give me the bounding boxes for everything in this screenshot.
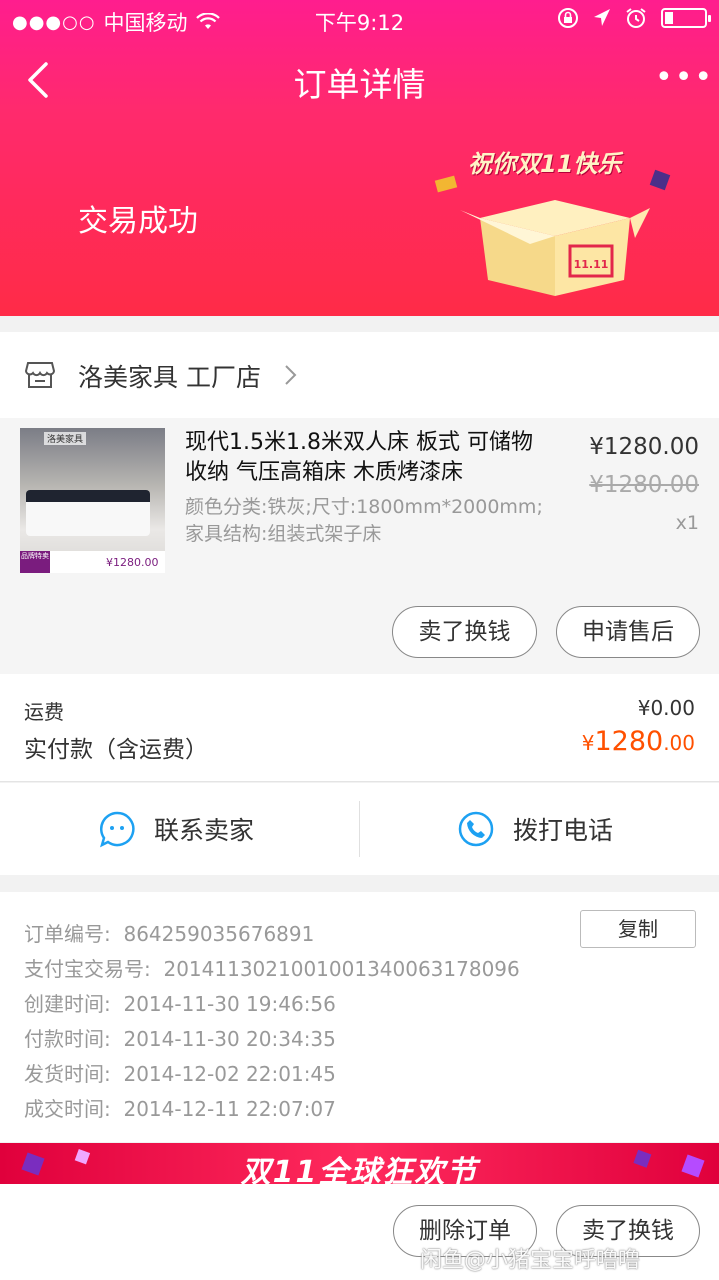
more-dots-icon[interactable]: ••• (655, 56, 712, 100)
order-header: ●●●○○ 中国移动 下午9:12 订单详情 ••• 交易成功 祝你双11快乐 … (0, 0, 719, 316)
divider (359, 801, 360, 857)
paid-amount: ¥1280.00 (582, 726, 695, 757)
payment-summary: 运费 ¥0.00 实付款（含运费） ¥1280.00 (0, 674, 719, 782)
info-value: 2014-11-30 19:46:56 (123, 992, 336, 1016)
contact-bar: 联系卖家 拨打电话 (0, 783, 719, 875)
product-thumbnail[interactable]: 洛美家具 品牌特卖 ¥1280.00 (20, 428, 165, 573)
thumb-badge: 品牌特卖 (20, 551, 50, 573)
product-quantity: x1 (675, 512, 699, 534)
order-number-row: 订单编号: 864259035676891 (24, 918, 314, 947)
paid-currency: ¥ (581, 731, 595, 755)
product-title: 现代1.5米1.8米双人床 板式 可储物 收纳 气压高箱床 木质烤漆床 (185, 430, 533, 485)
shipping-value: ¥0.00 (637, 696, 695, 720)
location-icon (594, 9, 610, 26)
info-label: 付款时间: (24, 1027, 111, 1051)
shipping-label: 运费 (24, 700, 64, 724)
cube-icon (649, 169, 671, 191)
order-info: 复制 订单编号: 864259035676891 支付宝交易号: 2014113… (0, 892, 719, 1142)
gift-box-icon: 11.11 (460, 200, 650, 296)
shop-row[interactable]: 洛美家具 工厂店 (0, 332, 719, 418)
info-label: 成交时间: (24, 1097, 111, 1121)
created-time-row: 创建时间: 2014-11-30 19:46:56 (24, 988, 336, 1017)
sell-for-cash-button[interactable]: 卖了换钱 (392, 606, 537, 658)
info-value: 864259035676891 (123, 922, 315, 946)
paid-integer: 1280 (594, 726, 664, 757)
status-bar: ●●●○○ 中国移动 下午9:12 (0, 0, 719, 40)
copy-button[interactable]: 复制 (580, 910, 696, 948)
info-label: 支付宝交易号: (24, 957, 151, 981)
contact-seller-button[interactable]: 联系卖家 (98, 807, 254, 851)
info-value: 2014-12-02 22:01:45 (123, 1062, 336, 1086)
paid-time-row: 付款时间: 2014-11-30 20:34:35 (24, 1023, 336, 1052)
product-original-price: ¥1280.00 (589, 472, 699, 498)
info-value: 2014113021001001340063178096 (163, 957, 520, 981)
promo-box-label: 11.11 (574, 258, 609, 271)
store-icon (24, 362, 56, 388)
alarm-icon (626, 8, 646, 28)
info-label: 订单编号: (24, 922, 111, 946)
promo-banner[interactable]: 双11全球狂欢节 (0, 1143, 719, 1184)
completed-time-row: 成交时间: 2014-12-11 22:07:07 (24, 1093, 336, 1122)
info-label: 创建时间: (24, 992, 111, 1016)
product-item[interactable]: 洛美家具 品牌特卖 ¥1280.00 现代1.5米1.8米双人床 板式 可储物 … (0, 418, 719, 674)
paid-decimal: .00 (663, 731, 695, 755)
shipped-time-row: 发货时间: 2014-12-02 22:01:45 (24, 1058, 336, 1087)
thumb-brand: 洛美家具 (44, 432, 87, 445)
nav-bar: 订单详情 ••• (0, 50, 719, 112)
info-label: 发货时间: (24, 1062, 111, 1086)
shop-name: 洛美家具 工厂店 (78, 363, 261, 392)
alipay-trade-row: 支付宝交易号: 2014113021001001340063178096 (24, 953, 520, 982)
book-icon (434, 175, 458, 193)
product-spec: 颜色分类:铁灰;尺寸:1800mm*2000mm;家具结构:组装式架子床 (185, 496, 543, 545)
battery-icon (661, 8, 711, 28)
page-title: 订单详情 (293, 65, 426, 104)
call-phone-label: 拨打电话 (513, 816, 614, 845)
bottom-action-bar: 删除订单 卖了换钱 闲鱼@小猪宝宝呼噜噜 (0, 1184, 719, 1280)
phone-icon (458, 811, 494, 847)
call-phone-button[interactable]: 拨打电话 (457, 807, 613, 851)
rotation-lock-icon (558, 8, 578, 28)
promo-graphic: 祝你双11快乐 11.11 (430, 140, 690, 300)
banner-text: 双11全球狂欢节 (240, 1155, 479, 1184)
info-value: 2014-11-30 20:34:35 (123, 1027, 336, 1051)
watermark: 闲鱼@小猪宝宝呼噜噜 (420, 1248, 641, 1273)
chevron-right-icon (285, 365, 297, 385)
order-status: 交易成功 (78, 204, 198, 239)
after-sale-button[interactable]: 申请售后 (556, 606, 700, 658)
info-value: 2014-12-11 22:07:07 (123, 1097, 336, 1121)
promo-text: 祝你双11快乐 (468, 150, 622, 178)
paid-label: 实付款（含运费） (24, 737, 208, 763)
product-price: ¥1280.00 (589, 434, 699, 460)
thumb-price: ¥1280.00 (106, 556, 159, 569)
contact-seller-label: 联系卖家 (154, 816, 255, 845)
chat-bubble-icon (99, 811, 135, 848)
bed-image (26, 490, 150, 536)
